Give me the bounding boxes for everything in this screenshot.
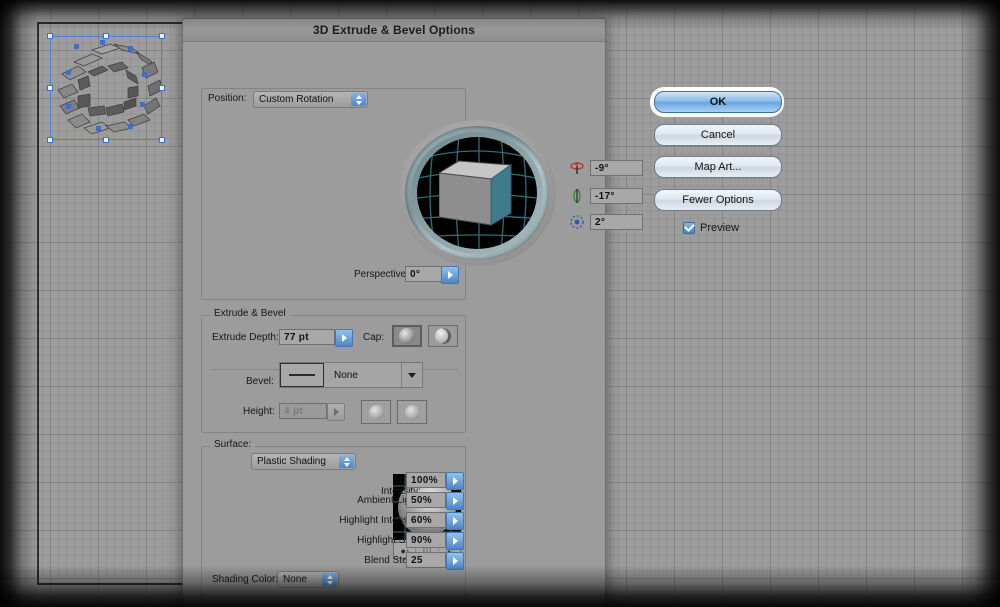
ambient-light-popup-button[interactable] (446, 492, 464, 510)
dialog-titlebar[interactable]: 3D Extrude & Bevel Options (183, 19, 605, 42)
3d-extrude-bevel-dialog[interactable]: 3D Extrude & Bevel Options OK Cancel Map… (182, 18, 784, 607)
path-anchor-point[interactable] (74, 44, 79, 49)
chevron-updown-icon[interactable] (351, 93, 366, 106)
position-preset-dropdown[interactable]: Custom Rotation (253, 91, 368, 108)
selection-bounding-box (50, 36, 162, 140)
chevron-updown-icon[interactable] (339, 455, 354, 468)
fewer-options-button-label: Fewer Options (682, 194, 754, 206)
artwork-extruded-letter-o[interactable] (44, 28, 168, 148)
bevel-value: None (334, 369, 358, 381)
extrude-depth-popup-button[interactable] (335, 329, 353, 347)
selection-handle[interactable] (47, 33, 53, 39)
ok-button-label: OK (709, 96, 727, 108)
cap-label: Cap: (363, 332, 385, 343)
path-anchor-point[interactable] (100, 40, 105, 45)
selection-handle[interactable] (159, 33, 165, 39)
highlight-intensity-popup-button[interactable] (446, 512, 464, 530)
selection-handle[interactable] (159, 137, 165, 143)
screen: 3D Extrude & Bevel Options OK Cancel Map… (0, 0, 1000, 607)
rotate-y-input[interactable]: -17° (590, 188, 643, 204)
highlight-size-value: 90% (411, 534, 432, 546)
preview-checkbox-label: Preview (700, 222, 740, 234)
preview-checkbox-box[interactable] (683, 222, 695, 234)
surface-type-value: Plastic Shading (257, 456, 326, 467)
cap-hollow-icon (435, 328, 451, 344)
rotate-z-value: 2° (595, 216, 606, 228)
rotate-z-input[interactable]: 2° (590, 214, 643, 230)
bevel-label: Bevel: (246, 376, 274, 387)
cap-solid-button[interactable] (392, 325, 422, 347)
blend-steps-value: 25 (411, 554, 423, 566)
path-anchor-point[interactable] (66, 104, 71, 109)
cap-hollow-button[interactable] (428, 325, 458, 347)
rotation-preview-cube (437, 159, 517, 229)
blend-steps-popup-button[interactable] (446, 552, 464, 570)
bevel-height-value: 4 pt (284, 405, 303, 417)
selection-handle[interactable] (103, 137, 109, 143)
extrude-bevel-group-label: Extrude & Bevel (210, 308, 290, 319)
bevel-extent-in-button[interactable] (397, 400, 427, 424)
cap-solid-icon (399, 328, 415, 344)
fewer-options-button[interactable]: Fewer Options (654, 189, 782, 211)
bevel-height-popup-button[interactable] (327, 403, 345, 421)
map-art-button-label: Map Art... (694, 161, 742, 173)
path-anchor-point[interactable] (128, 46, 133, 51)
bevel-height-label: Height: (243, 406, 275, 417)
bevel-dropdown[interactable]: None (279, 362, 423, 388)
cancel-button-label: Cancel (700, 129, 736, 141)
light-intensity-popup-button[interactable] (446, 472, 464, 490)
highlight-intensity-value: 60% (411, 514, 432, 526)
rotate-z-icon[interactable] (569, 214, 585, 235)
perspective-value: 0° (410, 268, 421, 280)
light-intensity-value: 100% (411, 474, 438, 486)
ambient-light-input[interactable]: 50% (406, 492, 446, 508)
perspective-popup-button[interactable] (441, 266, 459, 284)
shading-color-dropdown[interactable]: None (277, 571, 339, 588)
dialog-title: 3D Extrude & Bevel Options (313, 23, 475, 37)
bevel-height-input[interactable]: 4 pt (279, 403, 327, 419)
path-anchor-point[interactable] (96, 126, 101, 131)
ambient-light-value: 50% (411, 494, 432, 506)
rotate-x-value: -9° (595, 162, 609, 174)
bevel-extent-out-icon (368, 404, 384, 420)
shading-color-value: None (283, 574, 307, 585)
surface-group-label: Surface: (210, 439, 256, 450)
extrude-depth-input[interactable]: 77 pt (279, 329, 335, 345)
highlight-intensity-input[interactable]: 60% (406, 512, 446, 528)
path-anchor-point[interactable] (140, 102, 145, 107)
path-anchor-point[interactable] (128, 124, 133, 129)
rotate-x-icon[interactable] (569, 160, 585, 181)
highlight-size-popup-button[interactable] (446, 532, 464, 550)
bevel-extent-out-button[interactable] (361, 400, 391, 424)
position-label: Position: (205, 93, 250, 104)
selection-handle[interactable] (47, 137, 53, 143)
rotate-y-value: -17° (595, 190, 615, 202)
rotate-x-input[interactable]: -9° (590, 160, 643, 176)
light-intensity-input[interactable]: 100% (406, 472, 446, 488)
perspective-label: Perspective: (354, 269, 410, 280)
bevel-extent-in-icon (404, 404, 420, 420)
preview-checkbox[interactable]: Preview (683, 222, 739, 234)
chevron-updown-icon[interactable] (322, 573, 337, 586)
surface-type-dropdown[interactable]: Plastic Shading (251, 453, 356, 470)
rotate-y-icon[interactable] (569, 188, 585, 209)
shading-color-label: Shading Color: (212, 574, 279, 585)
path-anchor-point[interactable] (142, 72, 147, 77)
highlight-size-input[interactable]: 90% (406, 532, 446, 548)
bevel-preview-icon (280, 363, 324, 387)
extrude-depth-label: Extrude Depth: (212, 332, 279, 343)
path-anchor-point[interactable] (66, 70, 71, 75)
selection-handle[interactable] (103, 33, 109, 39)
extrude-depth-value: 77 pt (284, 331, 309, 343)
map-art-button[interactable]: Map Art... (654, 156, 782, 178)
divider (212, 603, 458, 604)
cancel-button[interactable]: Cancel (654, 124, 782, 146)
selection-handle[interactable] (47, 85, 53, 91)
selection-handle[interactable] (159, 85, 165, 91)
rotation-trackball-widget[interactable] (398, 120, 556, 266)
ok-button[interactable]: OK (654, 91, 782, 113)
blend-steps-input[interactable]: 25 (406, 552, 446, 568)
position-preset-value: Custom Rotation (259, 94, 334, 105)
chevron-down-icon[interactable] (401, 363, 422, 387)
